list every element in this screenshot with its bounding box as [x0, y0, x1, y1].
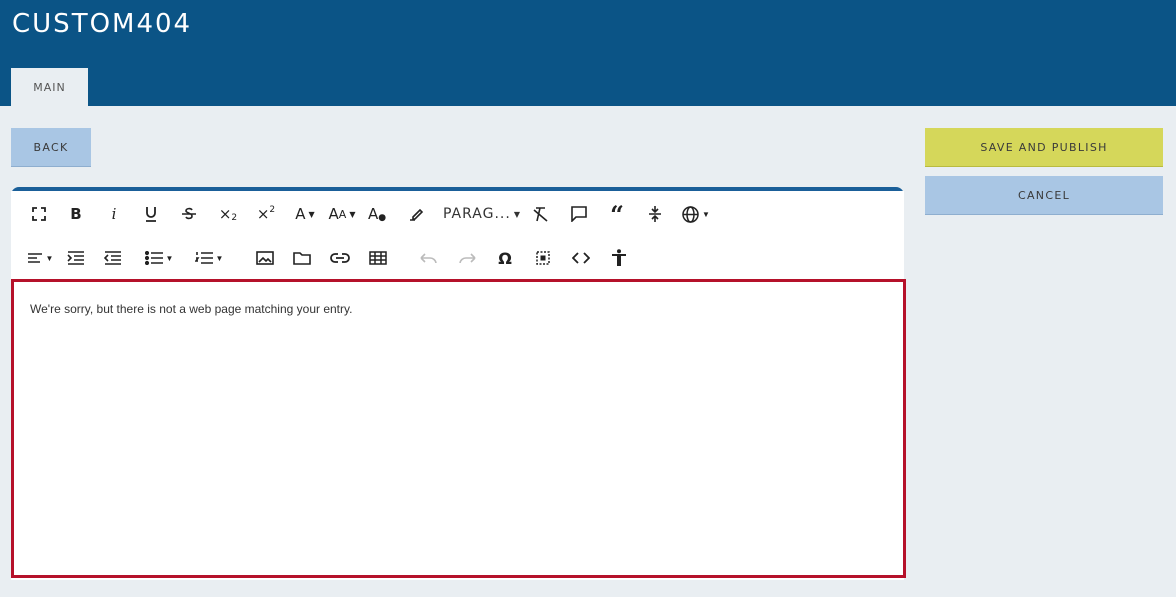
strikethrough-icon[interactable] — [179, 201, 199, 227]
cancel-button[interactable]: CANCEL — [925, 176, 1163, 215]
background-color-icon[interactable] — [406, 201, 426, 227]
insert-hr-icon[interactable] — [645, 201, 665, 227]
italic-icon[interactable]: i — [104, 201, 124, 227]
select-all-icon[interactable] — [533, 245, 553, 271]
insert-file-icon[interactable] — [292, 245, 312, 271]
fullscreen-icon[interactable] — [29, 201, 49, 227]
app-header: CUSTOM404 MAIN — [0, 0, 1176, 106]
back-button[interactable]: BACK — [11, 128, 91, 167]
paragraph-format-dropdown[interactable]: PARAG... ▼ — [441, 201, 523, 227]
bold-icon[interactable]: B — [66, 201, 86, 227]
ordered-list-icon[interactable]: ▼ — [191, 245, 227, 271]
clear-formatting-icon[interactable] — [531, 201, 551, 227]
editor-content-area[interactable]: We're sorry, but there is not a web page… — [11, 279, 906, 578]
page-title: CUSTOM404 — [12, 9, 193, 39]
redo-icon[interactable] — [457, 245, 477, 271]
insert-link-icon[interactable] — [329, 245, 351, 271]
indent-icon[interactable] — [65, 245, 87, 271]
superscript-icon[interactable]: × 2 — [254, 201, 278, 227]
subscript-icon[interactable]: × 2 — [216, 201, 240, 227]
text-color-icon[interactable]: A ● — [367, 201, 387, 227]
save-and-publish-button[interactable]: SAVE AND PUBLISH — [925, 128, 1163, 167]
code-view-icon[interactable] — [570, 245, 592, 271]
font-family-icon[interactable]: A ▼ — [291, 201, 319, 227]
undo-icon[interactable] — [419, 245, 439, 271]
rich-text-editor: B i ×2 ×2 A▼ AA▼ A● PARAG...▼ “ ▼ — [11, 187, 906, 580]
align-icon[interactable]: ▼ — [25, 245, 55, 271]
special-characters-icon[interactable]: Ω — [495, 245, 515, 271]
accessibility-icon[interactable] — [609, 245, 629, 271]
editor-toolbar: B i ×2 ×2 A▼ AA▼ A● PARAG...▼ “ ▼ — [11, 191, 904, 281]
font-size-icon[interactable]: A A ▼ — [326, 201, 358, 227]
outdent-icon[interactable] — [102, 245, 124, 271]
tab-main[interactable]: MAIN — [11, 68, 88, 106]
insert-image-icon[interactable] — [255, 245, 275, 271]
language-icon[interactable]: ▼ — [681, 201, 711, 227]
comment-icon[interactable] — [568, 201, 590, 227]
paragraph-format-label: PARAG... — [443, 206, 511, 222]
underline-icon[interactable] — [141, 201, 161, 227]
quote-icon[interactable]: “ — [607, 200, 627, 229]
unordered-list-icon[interactable]: ▼ — [141, 245, 177, 271]
editor-content-text: We're sorry, but there is not a web page… — [30, 302, 353, 316]
insert-table-icon[interactable] — [367, 245, 389, 271]
